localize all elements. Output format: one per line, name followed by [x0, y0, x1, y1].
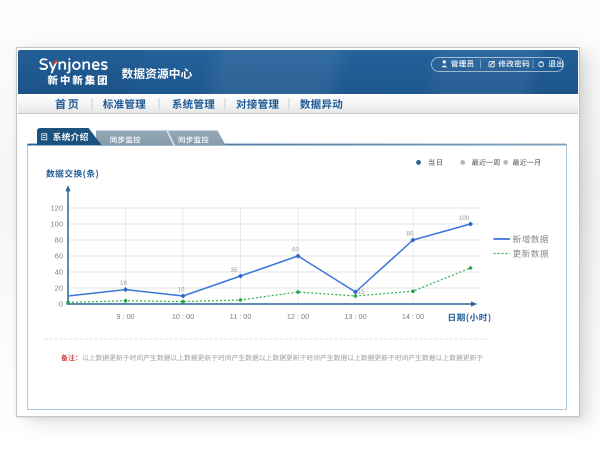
svg-text:12 : 00: 12 : 00	[287, 312, 309, 321]
svg-text:10 : 00: 10 : 00	[172, 312, 194, 321]
svg-text:100: 100	[459, 215, 470, 222]
svg-text:40: 40	[55, 268, 63, 277]
svg-text:100: 100	[50, 220, 63, 229]
svg-text:13 : 00: 13 : 00	[344, 312, 366, 321]
svg-text:18: 18	[120, 280, 128, 287]
svg-text:80: 80	[406, 231, 414, 238]
svg-text:60: 60	[292, 247, 300, 254]
svg-text:10: 10	[177, 287, 185, 294]
svg-text:80: 80	[55, 236, 63, 245]
svg-text:14 : 00: 14 : 00	[402, 312, 424, 321]
svg-text:60: 60	[55, 252, 63, 261]
svg-text:15: 15	[358, 289, 366, 296]
svg-text:120: 120	[50, 204, 63, 213]
svg-text:35: 35	[230, 267, 238, 274]
svg-text:20: 20	[55, 284, 63, 293]
svg-text:11 : 00: 11 : 00	[230, 312, 252, 321]
svg-text:0: 0	[59, 300, 63, 309]
svg-text:9 : 00: 9 : 00	[116, 312, 134, 321]
